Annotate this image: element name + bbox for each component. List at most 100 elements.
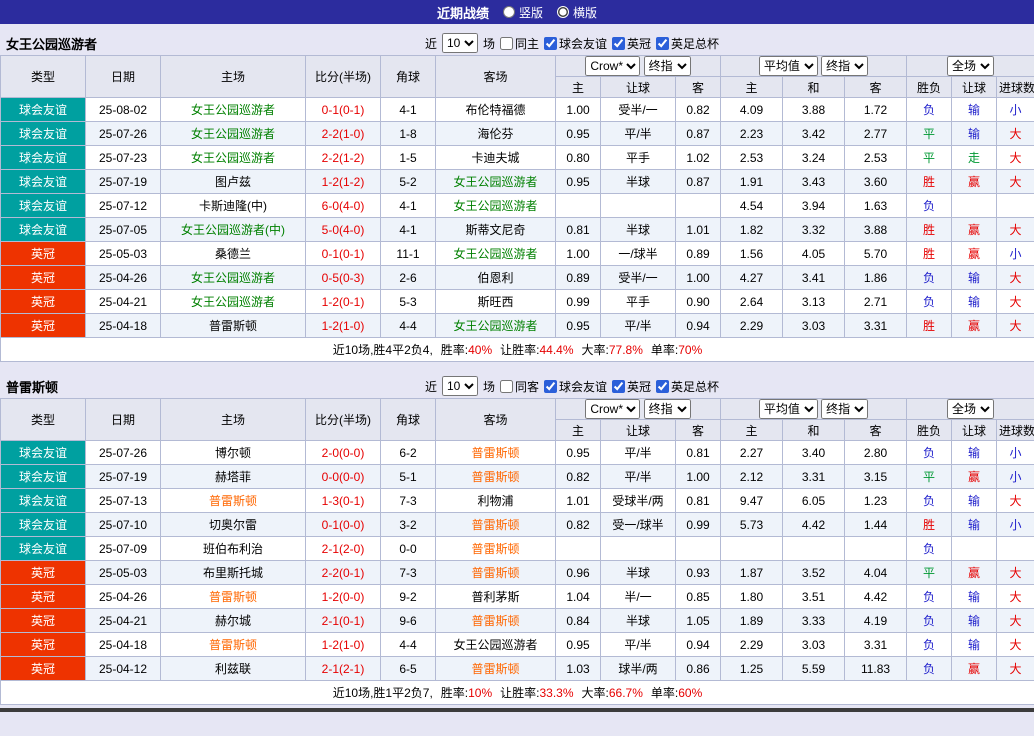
away-team: 女王公园巡游者 [435,632,556,657]
odds-home: 0.95 [555,313,601,338]
result-goals: 大 [996,217,1034,242]
avg-home: 1.91 [720,169,783,194]
vertical-radio-label: 竖版 [518,5,543,20]
competition-badge: 球会友谊 [0,97,86,122]
sub-header-odds-away: 客 [675,419,721,441]
match-row: 球会友谊 25-07-09 班伯布利治 2-1(2-0) 0-0 普雷斯顿 负 [0,536,1034,561]
avg-select[interactable]: 平均值 [758,56,818,76]
avg-final-select[interactable]: 终指 [821,56,869,76]
scope-header-group: 全场 [906,55,1034,77]
horizontal-radio[interactable] [557,6,569,18]
col-header-score: 比分(半场) [305,398,381,441]
result-outcome: 负 [906,193,953,218]
avg-away [843,536,908,561]
away-team: 伯恩利 [435,265,556,290]
home-team: 赫塔菲 [160,464,306,489]
avg-draw: 3.43 [782,169,845,194]
odds-company-select[interactable]: Crow* [585,56,641,76]
odds-final-select[interactable]: 终指 [643,399,691,419]
match-row: 球会友谊 25-07-10 切奥尔雷 0-1(0-0) 3-2 普雷斯顿 0.82 受一/球半… [0,512,1034,537]
match-score: 1-2(1-0) [305,313,381,338]
odds-home [555,193,601,218]
avg-draw: 3.03 [782,313,845,338]
friendly-checkbox[interactable] [544,379,557,393]
avg-away: 1.44 [843,512,908,537]
championship-checkbox[interactable] [612,379,626,393]
competition-badge: 球会友谊 [0,512,86,537]
comp-filter-championship[interactable]: 英冠 [612,378,651,395]
sub-header-odds-home: 主 [555,76,601,98]
comp-filter-friendly[interactable]: 球会友谊 [544,35,607,52]
corner-score: 4-1 [380,97,436,122]
odds-handicap-line: 受半/一 [600,97,676,122]
col-header-corner: 角球 [380,398,436,441]
competition-badge: 球会友谊 [0,145,86,170]
near-label: 近 [424,36,437,51]
sub-header-avg-away: 客 [843,76,908,98]
odds-home: 0.80 [555,145,601,170]
match-score: 2-1(2-0) [305,536,381,561]
friendly-checkbox[interactable] [544,36,557,50]
same-venue-filter[interactable]: 同主 [499,35,539,52]
avg-draw: 3.94 [782,193,845,218]
avg-away: 1.23 [843,488,908,513]
odds-handicap-line: 平/半 [600,121,676,146]
home-team: 女王公园巡游者 [160,97,306,122]
away-team: 海伦芬 [435,121,556,146]
avg-draw: 3.31 [782,464,845,489]
view-option-horizontal[interactable]: 横版 [557,4,597,21]
comp-filter-facup[interactable]: 英足总杯 [656,378,719,395]
summary-record: 近10场,胜4平2负4, [332,343,433,357]
comp-filter-facup[interactable]: 英足总杯 [656,35,719,52]
comp-filter-friendly[interactable]: 球会友谊 [544,378,607,395]
avg-draw: 3.32 [782,217,845,242]
corner-score: 6-5 [380,656,436,681]
avg-header-group: 平均值 终指 [719,55,908,77]
same-venue-checkbox[interactable] [499,36,513,50]
odds-away: 1.00 [675,464,721,489]
scope-select[interactable]: 全场 [947,399,995,419]
near-label: 近 [424,379,437,394]
odds-away: 1.01 [675,217,721,242]
match-date: 25-07-26 [85,440,161,465]
facup-checkbox[interactable] [656,36,670,50]
summary-win-rate: 胜率:10% [440,686,493,700]
home-team: 普雷斯顿 [160,313,306,338]
result-outcome: 胜 [906,512,953,537]
odds-home: 1.03 [555,656,601,681]
matches-table-preston: 类型 日期 主场 比分(半场) 角球 客场 Crow* 终指 平均值 终指 全场 [0,398,1034,705]
scope-select[interactable]: 全场 [947,56,995,76]
corner-score: 1-8 [380,121,436,146]
odds-final-select[interactable]: 终指 [643,56,691,76]
avg-home: 1.80 [720,584,783,609]
comp-filter-championship[interactable]: 英冠 [612,35,651,52]
odds-handicap-line: 一/球半 [600,241,676,266]
vertical-radio[interactable] [502,6,515,18]
same-venue-filter[interactable]: 同客 [499,378,539,395]
home-team: 女王公园巡游者 [160,121,306,146]
home-team: 普雷斯顿 [160,584,306,609]
facup-checkbox[interactable] [656,379,670,393]
result-outcome: 负 [906,632,953,657]
championship-checkbox[interactable] [612,36,626,50]
avg-select[interactable]: 平均值 [758,399,818,419]
odds-company-select[interactable]: Crow* [585,399,641,419]
avg-final-select[interactable]: 终指 [821,399,869,419]
odds-home: 1.04 [555,584,601,609]
recent-count-select[interactable]: 10 [441,376,478,396]
competition-badge: 英冠 [0,608,86,633]
competition-badge: 球会友谊 [0,169,86,194]
same-venue-checkbox[interactable] [499,379,513,393]
sub-header-avg-home: 主 [720,76,783,98]
recent-count-select[interactable]: 10 [441,33,478,53]
match-date: 25-04-18 [85,632,161,657]
sub-header-goals: 进球数 [996,419,1034,441]
match-date: 25-04-26 [85,265,161,290]
match-date: 25-04-12 [85,656,161,681]
scope-header-group: 全场 [906,398,1034,420]
match-row: 英冠 25-04-26 女王公园巡游者 0-5(0-3) 2-6 伯恩利 0.89 受半/一 1… [0,265,1034,290]
competition-badge: 英冠 [0,656,86,681]
view-option-vertical[interactable]: 竖版 [502,4,543,21]
col-header-away: 客场 [435,398,556,441]
match-date: 25-04-26 [85,584,161,609]
